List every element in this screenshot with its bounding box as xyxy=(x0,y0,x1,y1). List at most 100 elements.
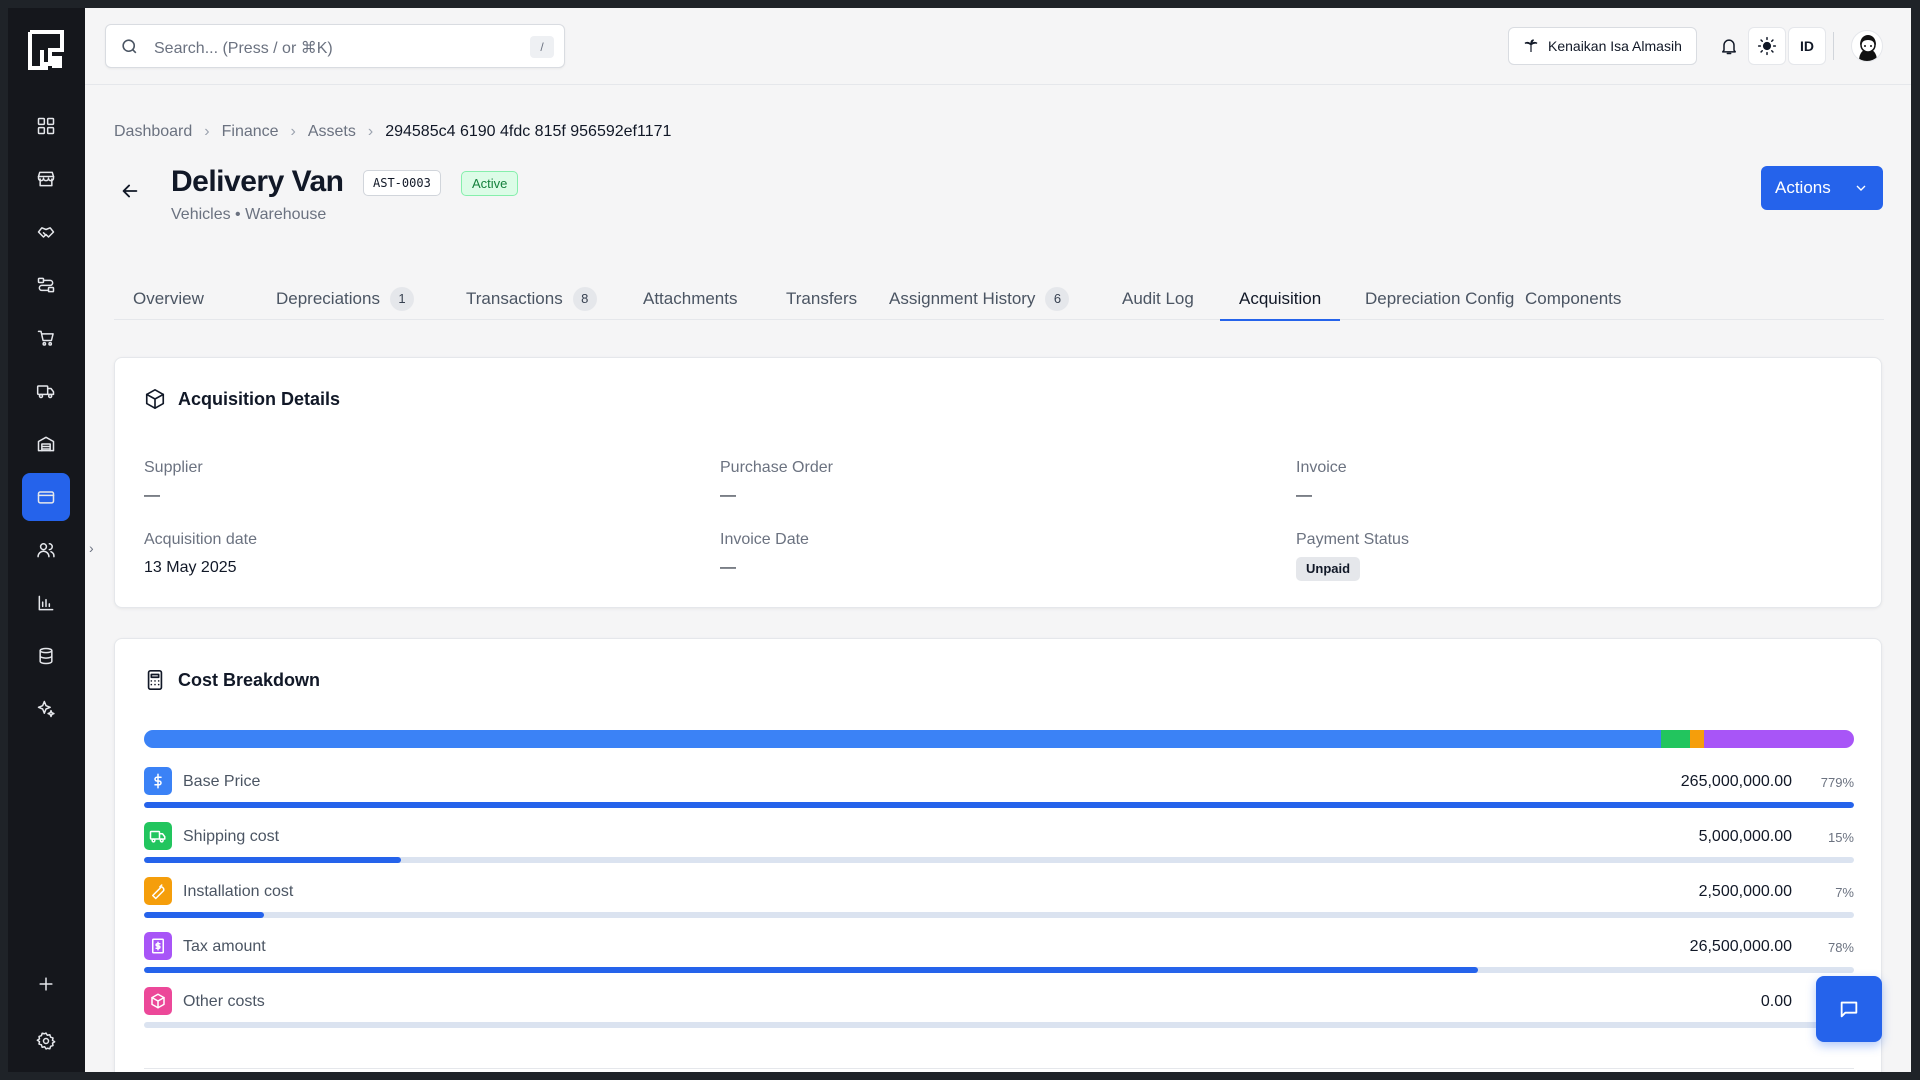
tab-audit-log[interactable]: Audit Log xyxy=(1122,278,1194,320)
dashboard-grid-icon xyxy=(37,117,55,135)
cost-icon-box xyxy=(144,767,172,795)
tab-depreciation-config[interactable]: Depreciation Config xyxy=(1365,278,1514,320)
app-logo[interactable] xyxy=(28,30,64,70)
sun-icon xyxy=(1757,36,1777,56)
asset-subtitle: Vehicles • Warehouse xyxy=(171,206,327,223)
search-shortcut: / xyxy=(530,36,554,58)
actions-label: Actions xyxy=(1775,178,1831,197)
nav-settings[interactable] xyxy=(22,1017,70,1065)
field-value: — xyxy=(1296,487,1312,504)
cost-amount: 26,500,000.00 xyxy=(1689,938,1792,955)
tab-bar: Overview Depreciations 1 Transactions 8 At… xyxy=(114,278,1884,321)
receipt-icon xyxy=(152,938,164,954)
cost-progress-track xyxy=(144,967,1854,973)
cost-row-tax: Tax amount 26,500,000.00 78% xyxy=(144,932,1854,973)
cost-amount: 0.00 xyxy=(1760,993,1792,1010)
field-value: 13 May 2025 xyxy=(144,559,237,576)
tab-transfers[interactable]: Transfers xyxy=(786,278,857,320)
breadcrumb-finance[interactable]: Finance xyxy=(222,123,279,141)
breadcrumb-current: 294585c4 6190 4fdc 815f 956592ef1171 xyxy=(385,123,672,140)
tab-acquisition[interactable]: Acquisition xyxy=(1219,278,1341,321)
nav-store[interactable] xyxy=(22,155,70,203)
nav-add[interactable] xyxy=(22,960,70,1008)
plus-icon xyxy=(39,977,53,991)
language-button[interactable]: ID xyxy=(1788,27,1826,65)
search-placeholder: Search... (Press / or ⌘K) xyxy=(154,40,333,57)
avatar-illustration xyxy=(1859,35,1877,61)
cost-progress-fill xyxy=(144,912,264,918)
payment-status-field: Payment Status Unpaid xyxy=(1296,531,1409,581)
cost-progress-track xyxy=(144,857,1854,863)
cost-amount: 265,000,000.00 xyxy=(1680,773,1792,790)
divider xyxy=(144,1068,1854,1069)
field-value: — xyxy=(144,487,160,504)
cost-percent: 78% xyxy=(1827,940,1854,955)
avatar[interactable] xyxy=(1851,30,1883,62)
theme-toggle-button[interactable] xyxy=(1748,27,1786,65)
nav-dashboard[interactable] xyxy=(22,102,70,150)
tenant-switcher[interactable]: Kenaikan Isa Almasih xyxy=(1508,27,1697,65)
bar-chart-icon xyxy=(38,595,54,611)
nav-partners[interactable] xyxy=(22,208,70,256)
nav-ai[interactable] xyxy=(22,685,70,733)
nav-purchasing[interactable] xyxy=(22,314,70,362)
nav-reports[interactable] xyxy=(22,579,70,627)
acquisition-title: Acquisition Details xyxy=(178,388,341,409)
package-icon xyxy=(151,993,165,1009)
message-square-icon xyxy=(1840,1001,1858,1018)
nav-logistics[interactable] xyxy=(22,367,70,415)
back-button[interactable] xyxy=(119,180,141,202)
tab-depreciations[interactable]: Depreciations 1 xyxy=(276,278,414,320)
chevron-right-icon: › xyxy=(204,123,210,140)
cost-label: Tax amount xyxy=(183,938,266,955)
search-input[interactable]: Search... (Press / or ⌘K) / xyxy=(105,24,565,68)
nav-finance[interactable] xyxy=(22,473,70,521)
nav-data[interactable] xyxy=(22,632,70,680)
tab-label: Depreciation Config xyxy=(1365,289,1515,308)
cart-icon xyxy=(37,330,54,346)
field-label: Invoice Date xyxy=(720,531,809,548)
actions-button[interactable]: Actions xyxy=(1761,166,1883,210)
tab-components[interactable]: Components xyxy=(1525,278,1621,320)
cost-stacked-bar xyxy=(144,730,1854,748)
nav-warehouse[interactable] xyxy=(22,420,70,468)
language-code: ID xyxy=(1800,38,1814,54)
bell-icon xyxy=(1722,39,1736,55)
card-title: Acquisition Details xyxy=(144,388,340,410)
tab-transactions[interactable]: Transactions 8 xyxy=(466,278,597,320)
sidebar-expand-toggle[interactable]: › xyxy=(89,540,94,556)
breadcrumb-dashboard[interactable]: Dashboard xyxy=(114,123,192,141)
nav-workflow[interactable] xyxy=(22,261,70,309)
stack-segment xyxy=(1703,730,1854,748)
cost-progress-track xyxy=(144,802,1854,808)
invoice-date-field: Invoice Date — xyxy=(720,531,809,577)
tab-overview[interactable]: Overview xyxy=(133,278,204,320)
stack-segment xyxy=(144,730,1661,748)
card-title: Cost Breakdown xyxy=(144,669,320,691)
tab-assignment-history[interactable]: Assignment History 6 xyxy=(889,278,1070,320)
cost-progress-fill xyxy=(144,857,401,863)
cost-percent: 7% xyxy=(1835,885,1854,900)
cost-icon-box xyxy=(144,822,172,850)
cost-amount: 5,000,000.00 xyxy=(1698,828,1792,845)
tab-count: 6 xyxy=(1045,287,1070,311)
tab-attachments[interactable]: Attachments xyxy=(643,278,738,320)
field-label: Purchase Order xyxy=(720,459,833,476)
notifications-button[interactable] xyxy=(1710,27,1748,65)
status-badge: Active xyxy=(461,171,519,196)
nav-people[interactable] xyxy=(22,526,70,574)
chat-button[interactable] xyxy=(1816,976,1882,1042)
tab-label: Assignment History xyxy=(889,289,1036,308)
cost-icon-box xyxy=(144,987,172,1015)
truck-icon xyxy=(149,830,166,843)
sparkle-icon xyxy=(37,700,55,718)
tab-label: Overview xyxy=(133,289,204,308)
cost-row-other: Other costs 0.00 xyxy=(144,987,1854,1028)
cost-label: Shipping cost xyxy=(183,828,280,845)
breadcrumb-assets[interactable]: Assets xyxy=(308,123,356,141)
tenant-name: Kenaikan Isa Almasih xyxy=(1548,38,1682,54)
search-icon xyxy=(122,39,137,54)
tab-label: Transactions xyxy=(466,289,563,308)
cost-label: Base Price xyxy=(183,773,261,790)
topbar: Search... (Press / or ⌘K) / Kenaikan Isa… xyxy=(85,8,1911,85)
